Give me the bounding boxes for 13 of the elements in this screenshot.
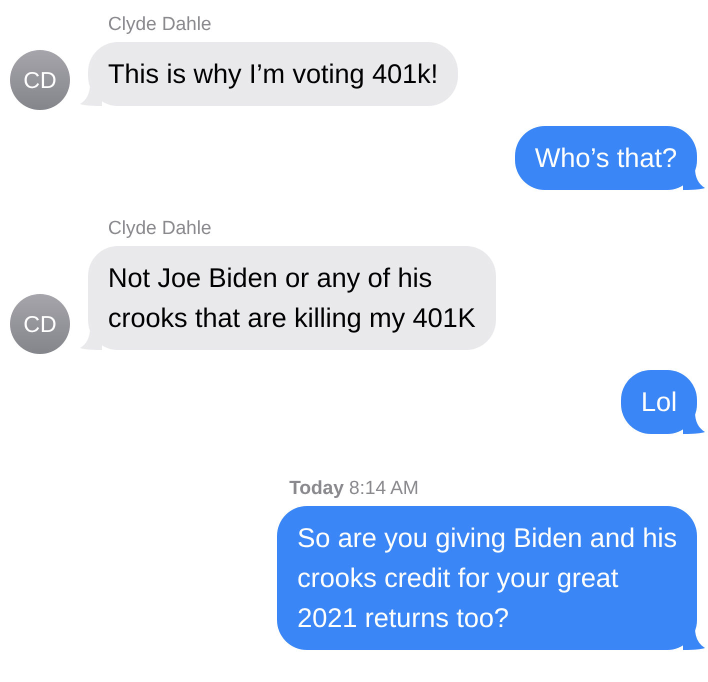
message-text: This is why I’m voting 401k! xyxy=(108,58,438,91)
message-text: So are you giving Biden and his xyxy=(297,522,677,555)
message-text: Who’s that? xyxy=(534,142,677,175)
contact-avatar: CD xyxy=(10,50,70,110)
timestamp: Today 8:14 AM xyxy=(289,477,419,501)
sender-name: Clyde Dahle xyxy=(108,217,212,241)
message-text: Lol xyxy=(640,386,677,419)
message-text: crooks credit for your great xyxy=(297,562,620,595)
message-text: Not Joe Biden or any of his xyxy=(108,262,434,295)
contact-avatar: CD xyxy=(10,294,70,354)
message-text: 2021 returns too? xyxy=(297,602,510,635)
sender-name: Clyde Dahle xyxy=(108,13,212,37)
message-text: crooks that are killing my 401K xyxy=(108,302,476,335)
